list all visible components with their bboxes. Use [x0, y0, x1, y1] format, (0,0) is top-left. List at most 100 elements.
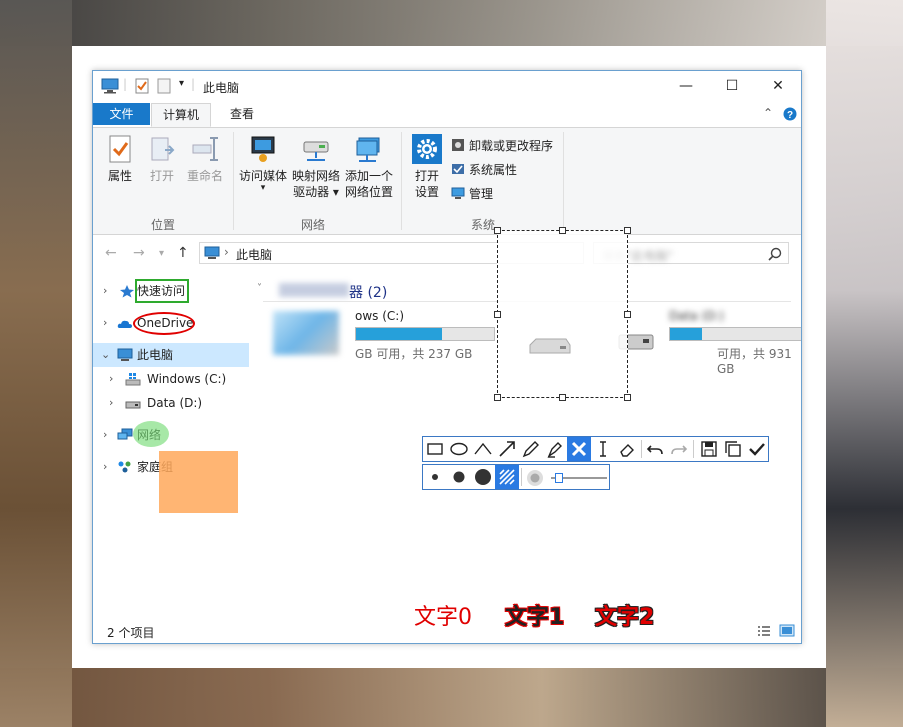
properties-icon — [109, 135, 131, 163]
properties-quick-icon[interactable] — [135, 78, 149, 94]
green-highlight-annotation[interactable] — [133, 421, 169, 447]
ribbon-collapse-icon[interactable]: ⌃ — [763, 106, 773, 120]
toolbar-separator — [693, 440, 694, 458]
access-media-button[interactable]: 访问媒体 ▾ — [237, 134, 289, 193]
redo-tool[interactable] — [667, 437, 691, 461]
minimize-button[interactable]: — — [663, 71, 709, 101]
system-properties-button[interactable]: 系统属性 — [451, 160, 517, 180]
copy-tool[interactable] — [721, 437, 745, 461]
homegroup-icon — [118, 461, 131, 473]
close-button[interactable]: ✕ — [755, 71, 801, 101]
nav-item-network[interactable]: › 网络 — [93, 423, 249, 447]
up-arrow-icon[interactable]: ↑ — [177, 245, 189, 261]
nav-item-this-pc[interactable]: ⌄ 此电脑 — [93, 343, 249, 367]
pattern-fill-option[interactable] — [495, 465, 519, 489]
title-separator: | — [123, 77, 128, 91]
address-path[interactable]: 此电脑 — [236, 246, 272, 263]
large-icons-view-icon[interactable] — [779, 624, 795, 638]
rectangle-tool[interactable] — [423, 437, 447, 461]
size-small-option[interactable] — [423, 465, 447, 489]
ribbon-separator — [233, 132, 234, 230]
text-tool[interactable] — [591, 437, 615, 461]
resize-handle-s[interactable] — [559, 394, 566, 401]
properties-button[interactable]: 属性 — [103, 134, 137, 184]
drive-d-usage-bar — [669, 327, 801, 341]
text-annotation-1[interactable]: 文字1 — [505, 605, 564, 631]
nav-item-drive-d[interactable]: › Data (D:) — [93, 391, 249, 415]
intensity-slider-thumb[interactable] — [555, 473, 563, 483]
open-icon — [151, 137, 175, 161]
map-network-drive-button[interactable]: 映射网络 驱动器 ▾ — [291, 134, 341, 200]
capture-selection-area[interactable] — [494, 227, 631, 401]
annotation-toolbar — [422, 436, 769, 462]
help-icon[interactable]: ? — [783, 107, 797, 121]
star-icon — [120, 285, 134, 298]
marker-tool[interactable] — [543, 437, 567, 461]
explorer-window: | ▾ | 此电脑 — ☐ ✕ 文件 计算机 查看 ⌃ ? 属性 打开 重命名 … — [92, 70, 802, 644]
computer-icon — [117, 348, 133, 361]
expand-chevron-icon[interactable]: › — [103, 423, 107, 447]
rename-button[interactable]: 重命名 — [183, 134, 227, 184]
search-icon[interactable] — [768, 247, 782, 261]
expand-chevron-icon[interactable]: › — [103, 279, 107, 303]
hard-drive-icon — [125, 401, 141, 409]
resize-handle-n[interactable] — [559, 227, 566, 234]
tab-view[interactable]: 查看 — [217, 103, 267, 127]
group-collapse-icon[interactable]: ˅ — [257, 283, 262, 294]
text-annotation-0[interactable]: 文字0 — [414, 605, 472, 631]
red-ellipse-annotation[interactable] — [133, 312, 195, 335]
expand-chevron-icon[interactable]: › — [103, 311, 107, 335]
section-title: 器 (2) — [349, 285, 388, 301]
maximize-button[interactable]: ☐ — [709, 71, 755, 101]
manage-button[interactable]: 管理 — [451, 184, 493, 204]
toolbar-separator — [641, 440, 642, 458]
collapse-chevron-icon[interactable]: ⌄ — [101, 343, 110, 367]
eraser-tool[interactable] — [615, 437, 639, 461]
network-location-icon — [356, 137, 380, 162]
open-settings-button[interactable]: 打开 设置 — [409, 134, 445, 200]
ribbon-separator — [563, 132, 564, 230]
resize-handle-e[interactable] — [624, 311, 631, 318]
blur-preview-icon — [527, 470, 543, 486]
resize-handle-nw[interactable] — [494, 227, 501, 234]
forward-arrow-icon[interactable]: → — [133, 245, 145, 261]
computer-icon — [204, 246, 220, 259]
expand-chevron-icon[interactable]: › — [109, 367, 113, 391]
mosaic-tool[interactable] — [567, 437, 591, 461]
resize-handle-w[interactable] — [494, 311, 501, 318]
open-button[interactable]: 打开 — [145, 134, 179, 184]
cloud-icon — [117, 320, 132, 328]
add-network-location-button[interactable]: 添加一个 网络位置 — [343, 134, 395, 200]
back-arrow-icon[interactable]: ← — [105, 245, 117, 261]
expand-chevron-icon[interactable]: › — [109, 391, 113, 415]
customize-quick-access-icon[interactable]: ▾ — [179, 78, 184, 89]
arrow-tool[interactable] — [495, 437, 519, 461]
pen-tool[interactable] — [519, 437, 543, 461]
size-medium-option[interactable] — [447, 465, 471, 489]
ribbon-separator — [401, 132, 402, 230]
orange-rectangle-annotation[interactable] — [159, 451, 238, 513]
polyline-tool[interactable] — [471, 437, 495, 461]
hard-drive-icon — [529, 338, 571, 354]
nav-item-drive-c[interactable]: › Windows (C:) — [93, 367, 249, 391]
resize-handle-sw[interactable] — [494, 394, 501, 401]
recent-locations-icon[interactable]: ▾ — [159, 248, 164, 259]
expand-chevron-icon[interactable]: › — [103, 455, 107, 479]
resize-handle-se[interactable] — [624, 394, 631, 401]
uninstall-program-button[interactable]: 卸载或更改程序 — [451, 136, 553, 156]
confirm-tool[interactable] — [745, 437, 769, 461]
group-label-location: 位置 — [150, 218, 175, 232]
save-tool[interactable] — [697, 437, 721, 461]
green-rectangle-annotation[interactable] — [135, 279, 189, 303]
undo-tool[interactable] — [643, 437, 667, 461]
title-separator-2: | — [191, 77, 196, 91]
size-large-option[interactable] — [471, 465, 495, 489]
text-annotation-2[interactable]: 文字2 — [595, 605, 654, 631]
tab-file[interactable]: 文件 — [93, 103, 150, 125]
ellipse-tool[interactable] — [447, 437, 471, 461]
network-drive-icon — [303, 141, 329, 161]
resize-handle-ne[interactable] — [624, 227, 631, 234]
tab-computer[interactable]: 计算机 — [151, 103, 211, 127]
new-folder-quick-icon[interactable] — [157, 78, 171, 94]
details-view-icon[interactable] — [757, 625, 771, 637]
